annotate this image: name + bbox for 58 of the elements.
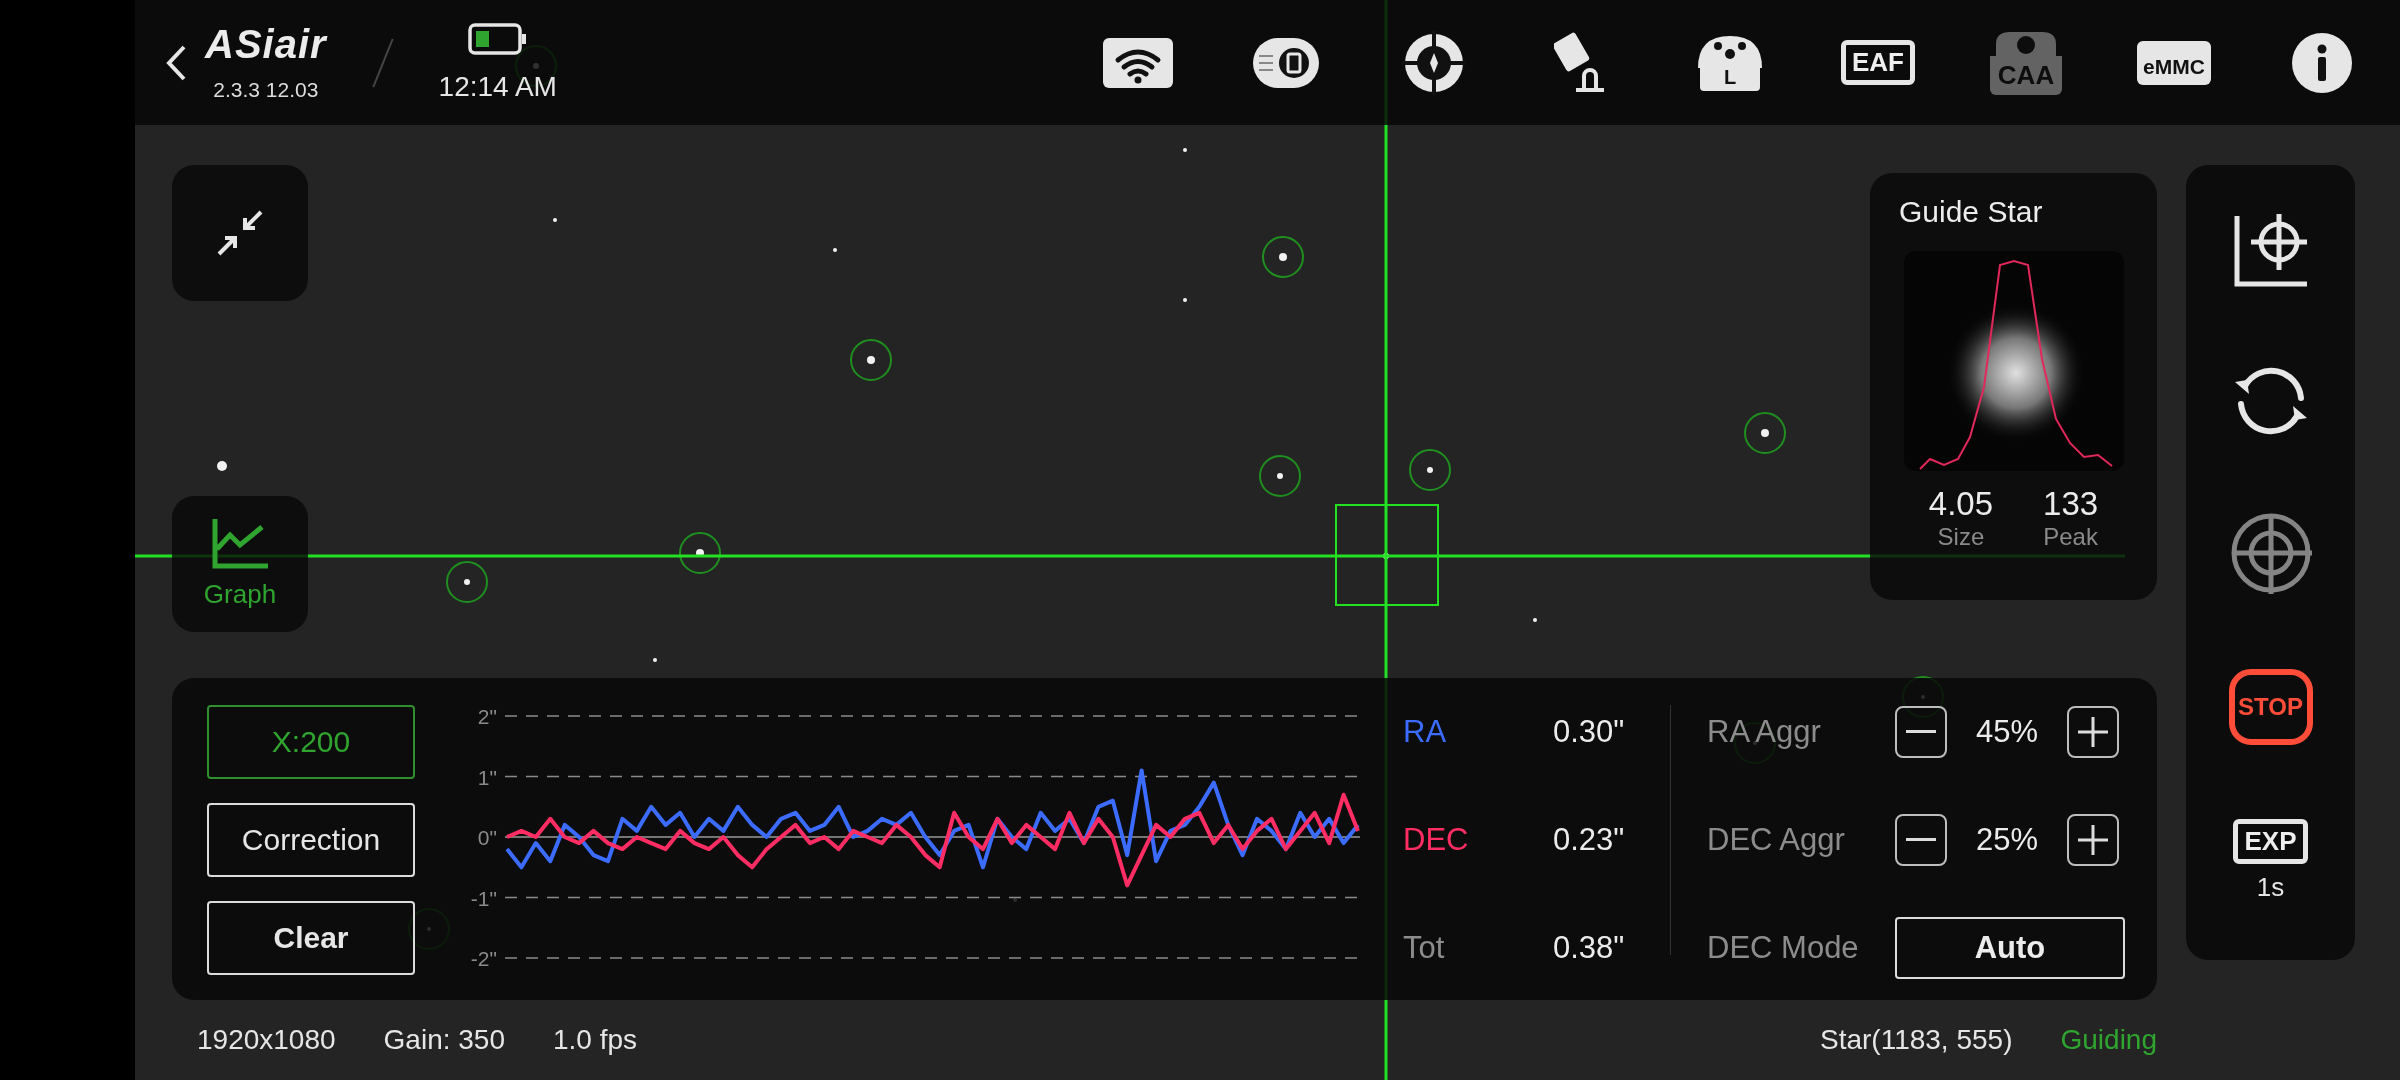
version-text: 2.3.3 12.03 (213, 77, 319, 102)
setting-label: RA Aggr (1707, 714, 1822, 750)
wifi-icon (1103, 37, 1173, 88)
plus-icon (2078, 717, 2108, 747)
exposure-label: EXP (2233, 818, 2308, 864)
plus-icon (2078, 825, 2108, 855)
shrink-icon (217, 210, 263, 256)
exposure-button[interactable]: EXP 1s (2233, 818, 2308, 903)
increase-button[interactable] (2067, 814, 2119, 866)
clear-button[interactable]: Clear (207, 901, 415, 975)
stat-label: Size (1937, 523, 1985, 551)
axis-tick-label: 1" (477, 765, 497, 789)
axis-tick-label: -1" (470, 886, 497, 910)
panel-title: Guide Star (1899, 195, 2043, 229)
error-value: 0.30" (1553, 713, 1626, 751)
star-position-text: Star(1183, 555) (1820, 1024, 2013, 1056)
error-label: DEC (1403, 821, 1470, 859)
axis-tick-label: 2" (477, 705, 497, 728)
minus-icon (1906, 838, 1936, 842)
gain-text: Gain: 350 (383, 1024, 505, 1056)
increase-button[interactable] (2067, 706, 2119, 758)
decrease-button[interactable] (1895, 814, 1947, 866)
clock-text: 12:14 AM (438, 70, 557, 103)
fps-text: 1.0 fps (553, 1024, 638, 1056)
stat-label: Peak (2043, 523, 2098, 551)
setting-label: DEC Aggr (1707, 822, 1846, 858)
correction-button[interactable]: Correction (207, 803, 415, 877)
info-icon (2291, 31, 2353, 94)
filter-wheel-button[interactable]: L (1682, 27, 1778, 98)
decrease-button[interactable] (1895, 706, 1947, 758)
target-icon (2229, 512, 2312, 595)
battery-icon (467, 22, 528, 55)
axis-tick-label: 0" (477, 826, 497, 849)
scale-button[interactable]: X:200 (207, 705, 415, 779)
crosshair-icon (1402, 30, 1466, 95)
error-value: 0.38" (1553, 929, 1626, 967)
stat-value: 4.05 (1928, 485, 1994, 523)
setting-value: 25% (1974, 822, 2039, 858)
crosshair-axes-icon (2232, 212, 2309, 289)
axis-tick-label: -2" (470, 947, 497, 968)
error-value: 0.23" (1553, 821, 1626, 859)
graph-button[interactable]: Graph (172, 496, 308, 632)
guiding-status: Guiding (2060, 1024, 2157, 1056)
error-label: Tot (1403, 929, 1446, 967)
locate-button[interactable] (2232, 212, 2309, 289)
setting-value: 45% (1974, 714, 2039, 750)
storage-chip-button[interactable]: eMMC (2126, 27, 2222, 98)
focuser-button[interactable]: EAF (1830, 27, 1926, 98)
stat-value: 133 (2043, 485, 2099, 523)
stop-button[interactable]: STOP (2228, 668, 2313, 745)
exposure-value: 1s (2256, 871, 2285, 903)
setting-label: DEC Mode (1707, 930, 1860, 966)
app-logo: ASiair (205, 23, 327, 64)
line-chart-icon (212, 518, 268, 569)
resolution-text: 1920x1080 (197, 1024, 336, 1056)
mode-select[interactable]: Auto (1895, 917, 2125, 979)
minus-icon (1906, 730, 1936, 734)
error-label: RA (1403, 713, 1448, 751)
